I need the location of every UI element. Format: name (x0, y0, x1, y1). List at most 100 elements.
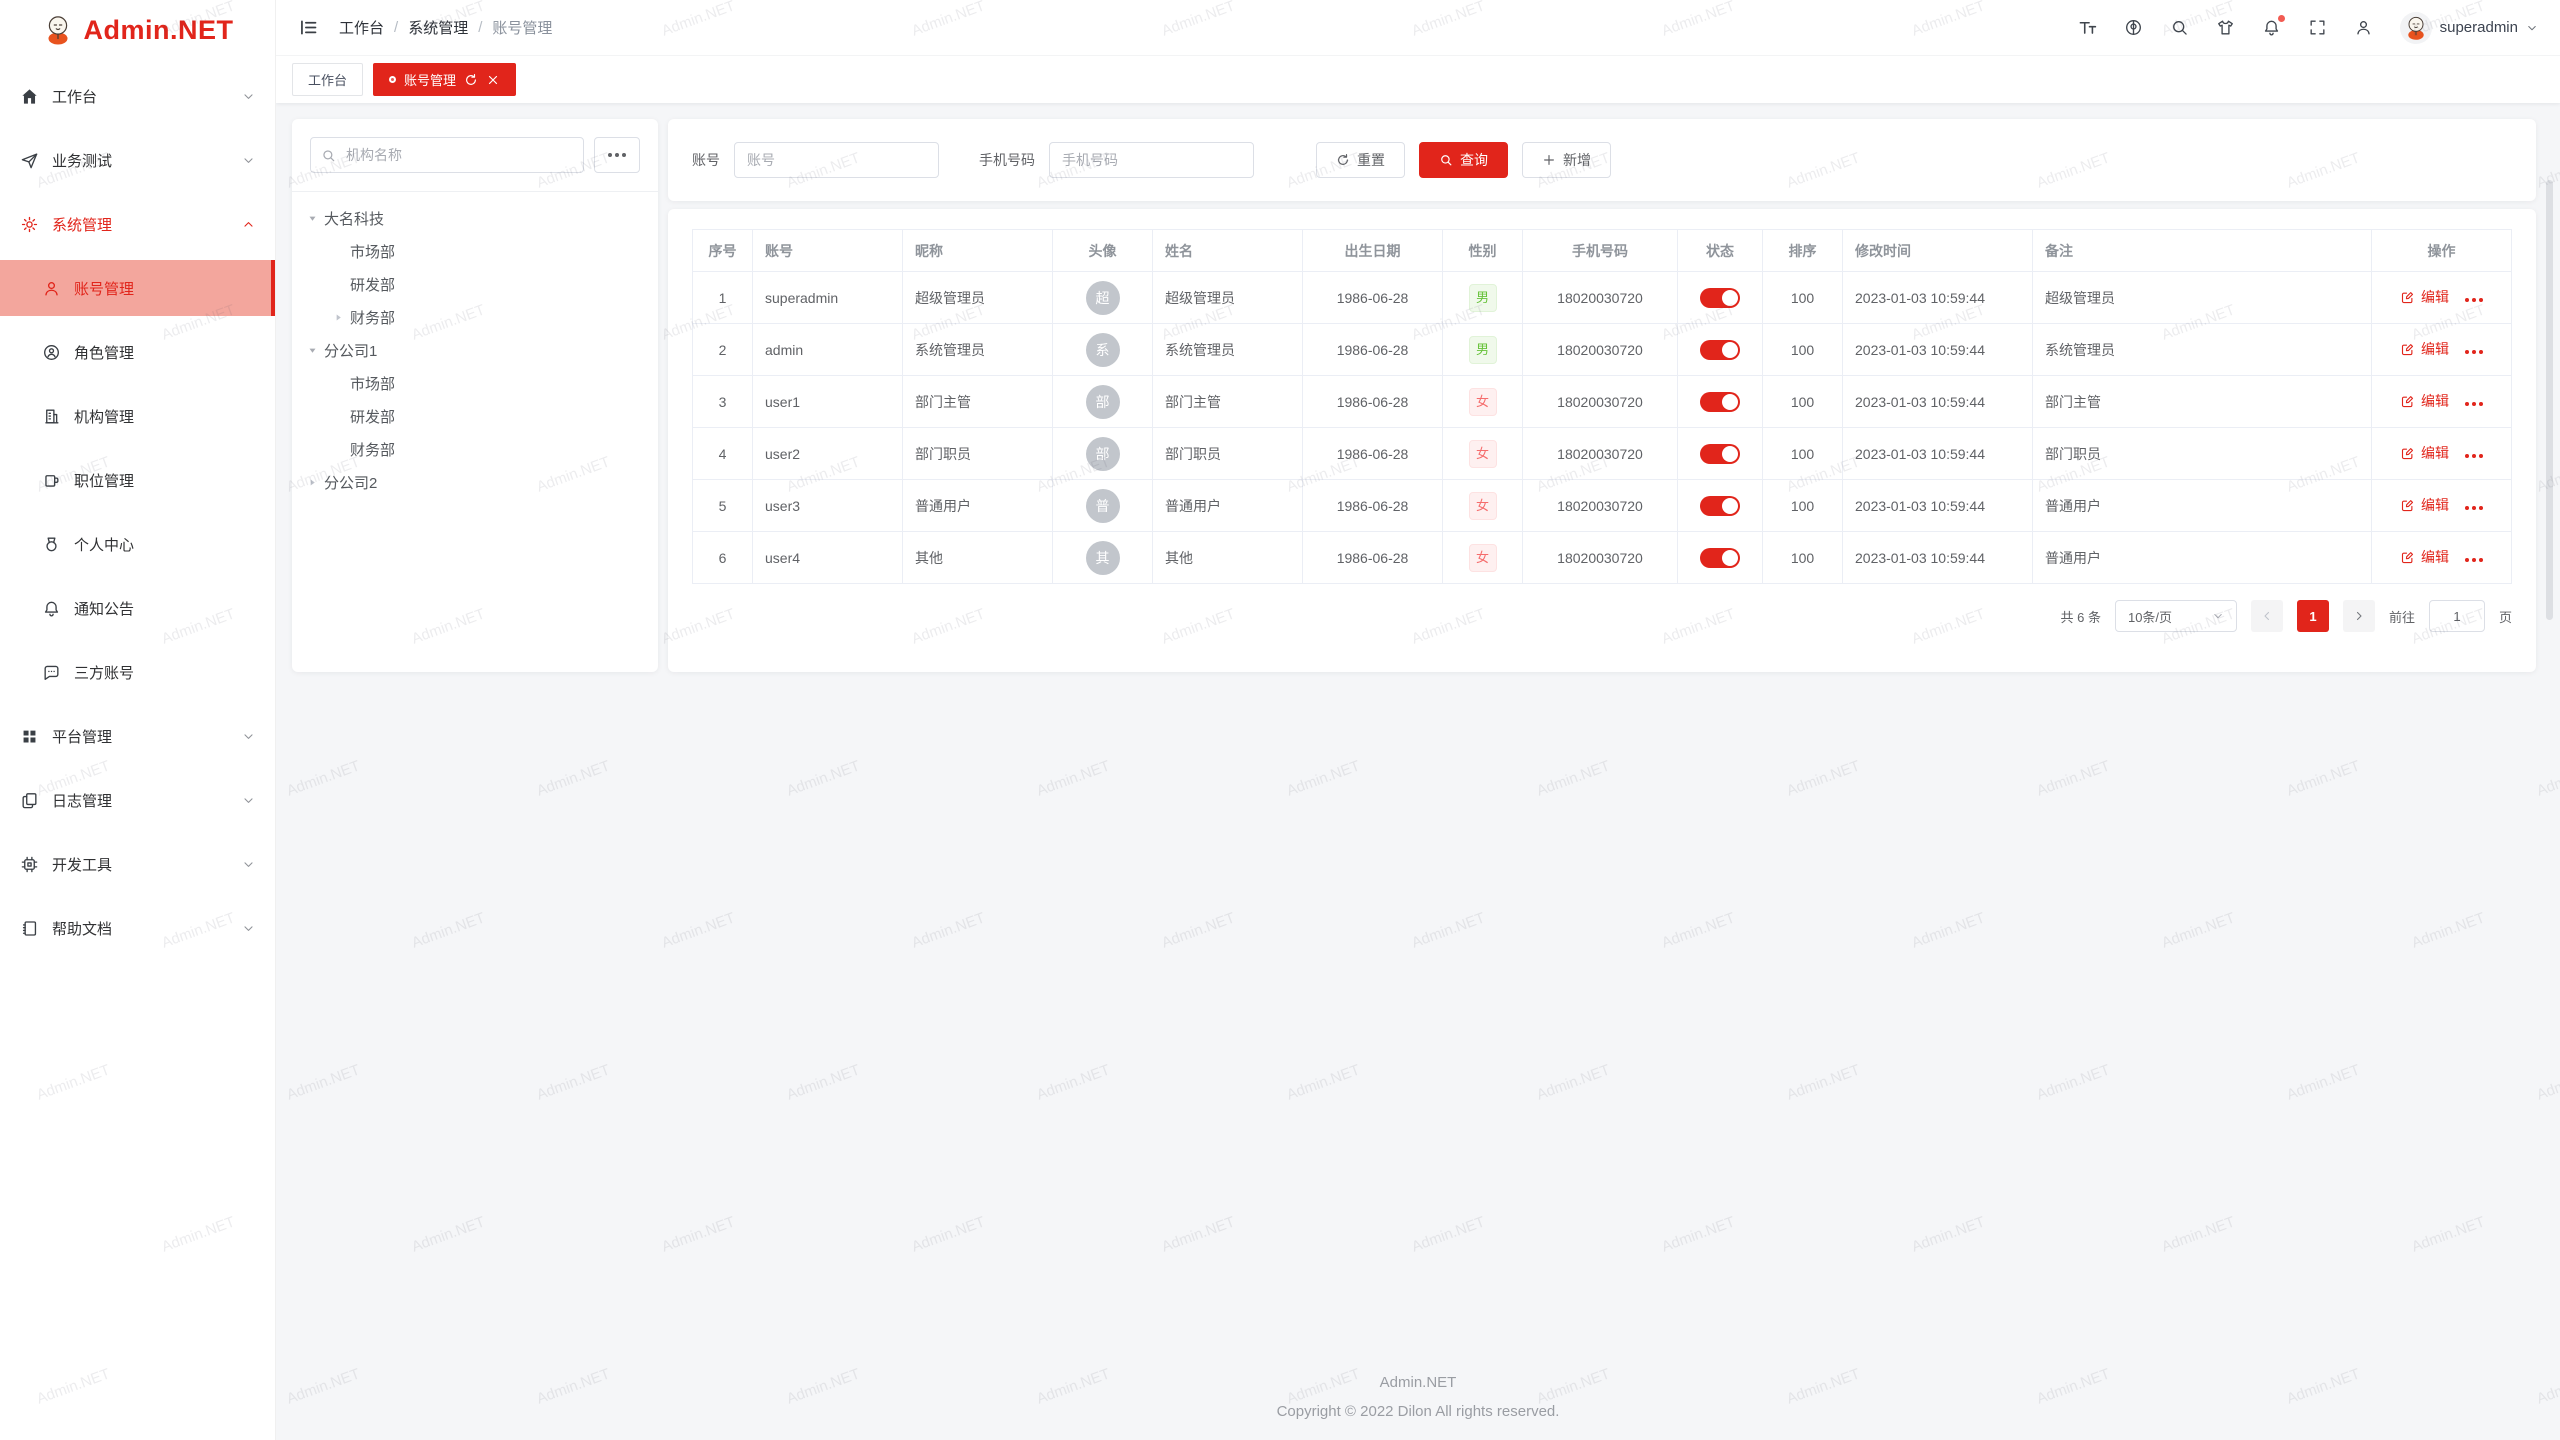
tree-node[interactable]: 市场部 (292, 235, 658, 268)
org-search-input[interactable] (344, 146, 573, 164)
sidebar-item-account-management[interactable]: 账号管理 (0, 260, 275, 316)
scrollbar-thumb[interactable] (2546, 180, 2553, 620)
caret-right-icon[interactable] (302, 473, 322, 493)
more-actions-icon[interactable] (2465, 292, 2483, 302)
sidebar-item-label: 账号管理 (74, 278, 134, 299)
sidebar-item-org-management[interactable]: 机构管理 (0, 388, 275, 444)
status-toggle[interactable] (1700, 392, 1740, 412)
refresh-icon[interactable] (464, 73, 478, 87)
cell-order: 100 (1763, 324, 1843, 376)
goto-page-input[interactable] (2429, 600, 2485, 632)
sidebar-item-position-management[interactable]: 职位管理 (0, 452, 275, 508)
tree-node[interactable]: 分公司2 (292, 466, 658, 499)
sidebar-item-label: 业务测试 (52, 150, 112, 171)
profile-icon[interactable] (2354, 18, 2373, 37)
tree-node[interactable]: 研发部 (292, 400, 658, 433)
edit-button[interactable]: 编辑 (2400, 547, 2449, 567)
account-input[interactable] (734, 142, 939, 178)
edit-icon (2400, 498, 2415, 513)
tree-node[interactable]: 研发部 (292, 268, 658, 301)
username: superadmin (2440, 19, 2518, 36)
org-search-field[interactable] (310, 137, 584, 173)
caret-right-icon[interactable] (328, 308, 348, 328)
phone-input[interactable] (1049, 142, 1254, 178)
language-icon[interactable] (2124, 18, 2143, 37)
page-number-1[interactable]: 1 (2297, 600, 2329, 632)
tree-node[interactable]: 大名科技 (292, 202, 658, 235)
notebook-icon (20, 919, 39, 938)
sidebar-item-notice[interactable]: 通知公告 (0, 580, 275, 636)
sidebar-item-personal-center[interactable]: 个人中心 (0, 516, 275, 572)
tab-workbench[interactable]: 工作台 (292, 63, 363, 96)
caret-down-icon[interactable] (302, 209, 322, 229)
notifications-button[interactable] (2262, 18, 2281, 37)
tree-node[interactable]: 分公司1 (292, 334, 658, 367)
org-tree: 大名科技 市场部 研发部 财务部 分公司1 市场部 研发部 (292, 202, 658, 499)
edit-button[interactable]: 编辑 (2400, 391, 2449, 411)
tab-account-management[interactable]: 账号管理 (373, 63, 516, 96)
sidebar-item-system-management[interactable]: 系统管理 (0, 196, 275, 252)
search-icon[interactable] (2170, 18, 2189, 37)
status-toggle[interactable] (1700, 444, 1740, 464)
cell-phone: 18020030720 (1523, 428, 1678, 480)
query-button[interactable]: 查询 (1419, 142, 1508, 178)
cell-birthdate: 1986-06-28 (1303, 272, 1443, 324)
page-size-select[interactable]: 10条/页 (2115, 600, 2237, 632)
edit-button[interactable]: 编辑 (2400, 495, 2449, 515)
prev-page-button[interactable] (2251, 600, 2283, 632)
edit-icon (2400, 290, 2415, 305)
cell-remark: 系统管理员 (2033, 324, 2372, 376)
status-toggle[interactable] (1700, 496, 1740, 516)
cell-name: 超级管理员 (1153, 272, 1303, 324)
more-actions-icon[interactable] (2465, 396, 2483, 406)
cell-account: user2 (753, 428, 903, 480)
sidebar-item-label: 平台管理 (52, 726, 112, 747)
more-actions-icon[interactable] (2465, 500, 2483, 510)
sidebar-item-log-management[interactable]: 日志管理 (0, 772, 275, 828)
cell-remark: 部门主管 (2033, 376, 2372, 428)
sidebar-item-workbench[interactable]: 工作台 (0, 68, 275, 124)
tree-node[interactable]: 财务部 (292, 433, 658, 466)
reset-button[interactable]: 重置 (1316, 142, 1405, 178)
sidebar-item-role-management[interactable]: 角色管理 (0, 324, 275, 380)
status-toggle[interactable] (1700, 288, 1740, 308)
chevron-down-icon (242, 154, 255, 167)
edit-button[interactable]: 编辑 (2400, 443, 2449, 463)
tree-node[interactable]: 市场部 (292, 367, 658, 400)
tree-node[interactable]: 财务部 (292, 301, 658, 334)
status-toggle[interactable] (1700, 340, 1740, 360)
sidebar-item-business-test[interactable]: 业务测试 (0, 132, 275, 188)
breadcrumb: 工作台 / 系统管理 / 账号管理 (339, 17, 552, 38)
fullscreen-icon[interactable] (2308, 18, 2327, 37)
breadcrumb-workbench[interactable]: 工作台 (339, 17, 384, 38)
cell-remark: 部门职员 (2033, 428, 2372, 480)
sidebar-item-third-party-account[interactable]: 三方账号 (0, 644, 275, 700)
next-page-button[interactable] (2343, 600, 2375, 632)
sidebar-item-label: 职位管理 (74, 470, 134, 491)
font-size-icon[interactable] (2078, 18, 2097, 37)
gender-badge: 女 (1469, 492, 1497, 520)
sidebar-item-label: 开发工具 (52, 854, 112, 875)
more-actions-icon[interactable] (2465, 448, 2483, 458)
caret-down-icon[interactable] (302, 341, 322, 361)
more-actions-icon[interactable] (2465, 552, 2483, 562)
cell-nickname: 部门职员 (903, 428, 1053, 480)
close-icon[interactable] (486, 73, 500, 87)
sidebar-item-dev-tools[interactable]: 开发工具 (0, 836, 275, 892)
cell-remark: 超级管理员 (2033, 272, 2372, 324)
edit-button[interactable]: 编辑 (2400, 339, 2449, 359)
tab-label: 账号管理 (404, 70, 456, 89)
breadcrumb-system-management[interactable]: 系统管理 (408, 17, 468, 38)
home-icon (20, 87, 39, 106)
sidebar-item-help-docs[interactable]: 帮助文档 (0, 900, 275, 956)
tree-more-button[interactable] (594, 137, 640, 173)
col-name: 姓名 (1153, 230, 1303, 272)
edit-button[interactable]: 编辑 (2400, 287, 2449, 307)
more-actions-icon[interactable] (2465, 344, 2483, 354)
sidebar-item-platform-management[interactable]: 平台管理 (0, 708, 275, 764)
theme-icon[interactable] (2216, 18, 2235, 37)
user-menu[interactable]: superadmin (2400, 12, 2538, 44)
collapse-menu-icon[interactable] (298, 17, 319, 38)
add-button[interactable]: 新增 (1522, 142, 1611, 178)
status-toggle[interactable] (1700, 548, 1740, 568)
